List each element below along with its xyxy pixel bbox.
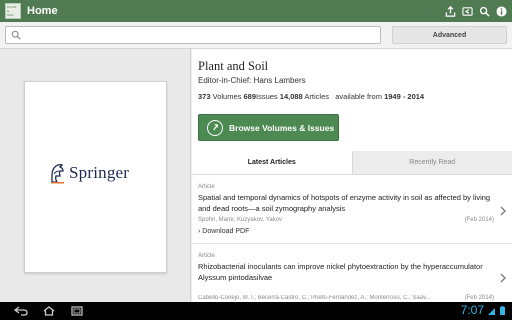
advanced-search-button[interactable]: Advanced — [392, 26, 507, 44]
tab-latest-articles[interactable]: Latest Articles — [192, 151, 353, 174]
springer-logo: Springer — [50, 162, 129, 184]
articles-count: 14,088 — [279, 92, 303, 101]
journal-stats: 373 Volumes 689Issues 14,088 Articles av… — [198, 92, 424, 101]
editor-name: Hans Lambers — [253, 76, 306, 85]
wifi-battery-icon — [488, 306, 505, 315]
editor-line: Editor-in-Chief: Hans Lambers — [198, 76, 306, 85]
tab-recently-read[interactable]: Recently Read — [352, 151, 512, 174]
volumes-label: Volumes — [212, 92, 242, 101]
article-date: (Feb 2014) — [464, 295, 494, 301]
available-label: available from — [335, 92, 382, 101]
journal-cover[interactable]: Springer — [24, 81, 167, 273]
article-title[interactable]: Spatial and temporal dynamics of hotspot… — [198, 192, 498, 214]
browse-volumes-button[interactable]: Browse Volumes & Issues — [198, 114, 339, 141]
search-input[interactable] — [25, 30, 365, 40]
recents-nav-icon[interactable] — [70, 306, 84, 316]
share-icon[interactable] — [444, 5, 457, 18]
springer-horse-icon — [51, 164, 64, 184]
chevron-right-icon[interactable] — [499, 273, 507, 283]
article-tabs: Latest Articles Recently Read — [192, 151, 512, 175]
editor-label: Editor-in-Chief: — [198, 76, 252, 85]
search-field-icon — [11, 30, 21, 40]
article-type: Article — [198, 253, 215, 259]
home-nav-icon[interactable] — [42, 306, 56, 316]
article-list-item[interactable]: Article Spatial and temporal dynamics of… — [192, 176, 512, 244]
article-type: Article — [198, 184, 215, 190]
back-nav-icon[interactable] — [14, 306, 28, 316]
article-authors: Spohn, Marie; Kuzyakov, Yakov — [198, 217, 283, 223]
year-range: 1949 - 2014 — [384, 92, 425, 101]
page-title: Home — [27, 5, 58, 17]
chevron-right-icon[interactable] — [499, 206, 507, 216]
journal-details-panel: Plant and Soil Editor-in-Chief: Hans Lam… — [192, 49, 512, 302]
app-icon-line-3: SOIL — [7, 13, 14, 17]
article-list-item[interactable]: Article Rhizobacterial inoculants can im… — [192, 245, 512, 302]
issues-label: Issues — [256, 92, 278, 101]
cover-panel: Springer — [0, 49, 191, 302]
articles-label: Articles — [304, 92, 329, 101]
journal-app-icon[interactable]: PLANT & SOIL — [5, 3, 21, 19]
system-nav-bar: 7:07 — [0, 302, 512, 320]
clock: 7:07 — [460, 303, 484, 317]
info-icon[interactable] — [495, 5, 508, 18]
article-authors: Cabello-Conejo, M. I.; Becerra-Castro, C… — [198, 295, 431, 301]
browse-icon — [207, 119, 223, 136]
article-title[interactable]: Rhizobacterial inoculants can improve ni… — [198, 261, 498, 283]
volumes-count: 373 — [198, 92, 211, 101]
search-field[interactable] — [5, 26, 381, 44]
search-icon[interactable] — [478, 5, 491, 18]
action-bar-actions — [444, 5, 508, 18]
article-date: (Feb 2014) — [464, 217, 494, 223]
springer-wordmark: Springer — [69, 163, 130, 182]
back-icon[interactable] — [461, 5, 474, 18]
download-pdf-link[interactable]: › Download PDF — [198, 228, 249, 235]
action-bar: PLANT & SOIL Home — [0, 0, 512, 22]
journal-title: Plant and Soil — [198, 59, 269, 73]
browse-label: Browse Volumes & Issues — [229, 122, 335, 133]
issues-count: 689 — [243, 92, 256, 101]
search-bar-row: Advanced — [0, 22, 512, 49]
